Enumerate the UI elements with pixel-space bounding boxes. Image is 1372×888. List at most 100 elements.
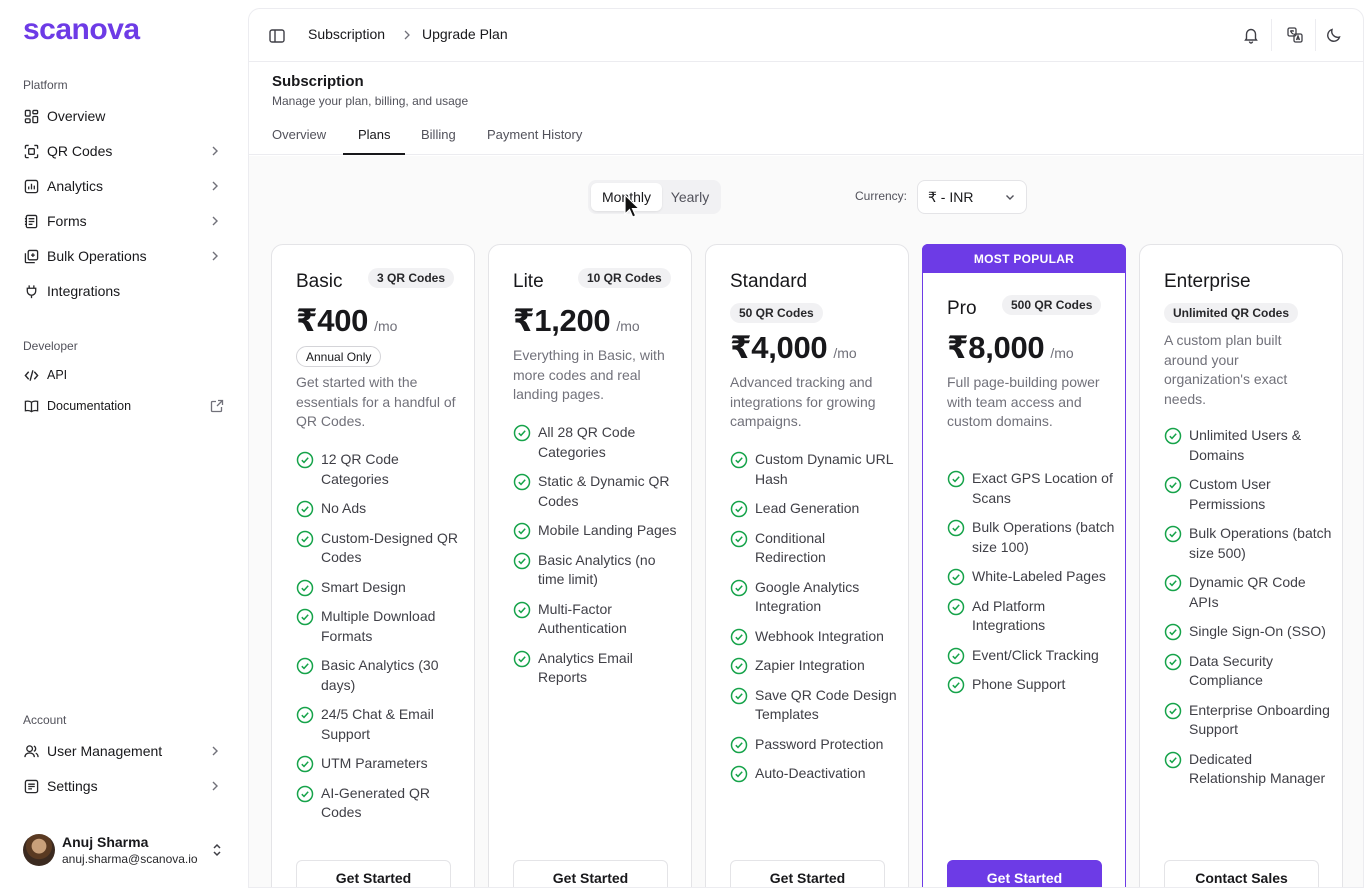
qr-limit-badge: 3 QR Codes [368, 268, 455, 288]
qr-limit-badge: 500 QR Codes [1002, 295, 1102, 315]
chevron-right-icon [212, 781, 218, 791]
get-started-button[interactable]: Get Started [947, 860, 1102, 887]
stack-icon [23, 248, 39, 264]
main-panel: Subscription Upgrade Plan Subscription M… [248, 8, 1364, 888]
price-amount: ₹1,200 [513, 303, 611, 338]
feature-item: Single Sign-On (SSO) [1164, 622, 1332, 642]
feature-text: Basic Analytics (no time limit) [538, 551, 656, 588]
feature-list: All 28 QR Code Categories Static & Dynami… [513, 423, 681, 698]
currency-value: ₹ - INR [928, 188, 974, 205]
price-period: /mo [1050, 345, 1074, 361]
tab-billing[interactable]: Billing [421, 127, 456, 142]
feature-text: Ad Platform Integrations [972, 597, 1046, 634]
feature-item: Password Protection [730, 735, 898, 755]
plan-price: ₹400 /mo [296, 303, 397, 339]
sidebar-item-settings[interactable]: Settings [16, 771, 232, 801]
get-started-button[interactable]: Get Started [296, 860, 451, 887]
feature-list: Custom Dynamic URL Hash Lead Generation Co… [730, 450, 898, 794]
language-icon[interactable] [1286, 26, 1304, 44]
sidebar-item-analytics[interactable]: Analytics [16, 171, 232, 201]
yearly-option[interactable]: Yearly [662, 183, 718, 211]
feature-text: Analytics Email Reports [538, 649, 633, 686]
get-started-button[interactable]: Get Started [730, 860, 885, 887]
feature-item: Data Security Compliance [1164, 652, 1332, 691]
sidebar-item-forms[interactable]: Forms [16, 206, 232, 236]
feature-text: Password Protection [755, 735, 884, 752]
contact-sales-button[interactable]: Contact Sales [1164, 860, 1319, 887]
feature-item: Save QR Code Design Templates [730, 686, 898, 725]
sidebar-item-label: Settings [47, 778, 98, 794]
feature-text: Dedicated Relationship Manager [1189, 750, 1326, 787]
feature-item: Static & Dynamic QR Codes [513, 472, 681, 511]
sidebar-item-integrations[interactable]: Integrations [16, 276, 232, 306]
feature-item: Conditional Redirection [730, 529, 898, 568]
feature-item: Ad Platform Integrations [947, 597, 1115, 636]
page-subtitle: Manage your plan, billing, and usage [272, 94, 469, 108]
sidebar-item-user-management[interactable]: User Management [16, 736, 232, 766]
feature-item: Lead Generation [730, 499, 898, 519]
dashboard-icon [23, 108, 39, 124]
check-circle-icon [1164, 525, 1182, 543]
check-circle-icon [947, 598, 965, 616]
chevron-right-icon [212, 251, 218, 261]
check-circle-icon [730, 579, 748, 597]
feature-text: Basic Analytics (30 days) [321, 657, 439, 693]
check-circle-icon [296, 785, 314, 803]
user-menu[interactable]: Anuj Sharma anuj.sharma@scanova.io [16, 828, 232, 872]
qr-limit-badge: Unlimited QR Codes [1164, 303, 1299, 323]
currency-select[interactable]: ₹ - INR [917, 180, 1027, 214]
plan-card-pro: MOST POPULAR Pro 500 QR Codes ₹8,000 /mo… [922, 244, 1126, 887]
feature-item: AI-Generated QR Codes [296, 784, 464, 823]
check-circle-icon [513, 601, 531, 619]
sidebar-item-overview[interactable]: Overview [16, 101, 232, 131]
check-circle-icon [730, 657, 748, 675]
check-circle-icon [947, 470, 965, 488]
breadcrumb-subscription[interactable]: Subscription [308, 26, 385, 42]
sidebar-item-label: Analytics [47, 178, 104, 194]
sidebar-item-qr-codes[interactable]: QR Codes [16, 136, 232, 166]
plug-icon [23, 283, 39, 299]
feature-item: White-Labeled Pages [947, 567, 1115, 587]
check-circle-icon [947, 676, 965, 694]
feature-text: Multi-Factor Authentication [538, 600, 627, 637]
code-icon [23, 367, 39, 383]
feature-item: Auto-Deactivation [730, 764, 898, 784]
price-period: /mo [374, 318, 398, 334]
sidebar-item-api[interactable]: API [16, 360, 232, 390]
feature-text: Webhook Integration [755, 627, 884, 644]
feature-item: Dedicated Relationship Manager [1164, 750, 1332, 789]
check-circle-icon [730, 628, 748, 646]
sidebar: scanova Platform Overview QR Codes Analy… [0, 0, 248, 888]
moon-icon[interactable] [1325, 26, 1343, 44]
sidebar-item-bulk-operations[interactable]: Bulk Operations [16, 241, 232, 271]
feature-item: Google Analytics Integration [730, 578, 898, 617]
plan-name: Basic [296, 271, 343, 292]
check-circle-icon [730, 530, 748, 548]
feature-text: Single Sign-On (SSO) [1189, 623, 1326, 639]
feature-text: Google Analytics Integration [755, 578, 860, 615]
sidebar-item-label: Forms [47, 213, 87, 229]
feature-item: Custom-Designed QR Codes [296, 529, 464, 568]
price-amount: ₹4,000 [730, 330, 828, 365]
tab-payment-history[interactable]: Payment History [487, 127, 582, 142]
scanova-logo[interactable]: scanova [23, 13, 140, 46]
check-circle-icon [513, 473, 531, 491]
price-period: /mo [833, 345, 857, 361]
tab-plans[interactable]: Plans [358, 127, 391, 142]
check-circle-icon [1164, 574, 1182, 592]
tab-bar: Overview Plans Billing Payment History [249, 115, 1363, 155]
sidebar-item-documentation[interactable]: Documentation [16, 391, 232, 421]
bell-icon[interactable] [1242, 26, 1260, 44]
tab-overview[interactable]: Overview [272, 127, 326, 142]
sidebar-toggle-icon[interactable] [268, 27, 286, 45]
get-started-button[interactable]: Get Started [513, 860, 668, 887]
check-circle-icon [1164, 653, 1182, 671]
check-circle-icon [730, 500, 748, 518]
check-circle-icon [513, 424, 531, 442]
divider [1271, 19, 1272, 51]
plan-price: ₹1,200 /mo [513, 303, 640, 339]
plan-card-enterprise: Enterprise Unlimited QR Codes A custom p… [1139, 244, 1343, 887]
feature-text: Bulk Operations (batch size 500) [1189, 525, 1332, 561]
feature-text: UTM Parameters [321, 755, 428, 771]
check-circle-icon [1164, 476, 1182, 494]
